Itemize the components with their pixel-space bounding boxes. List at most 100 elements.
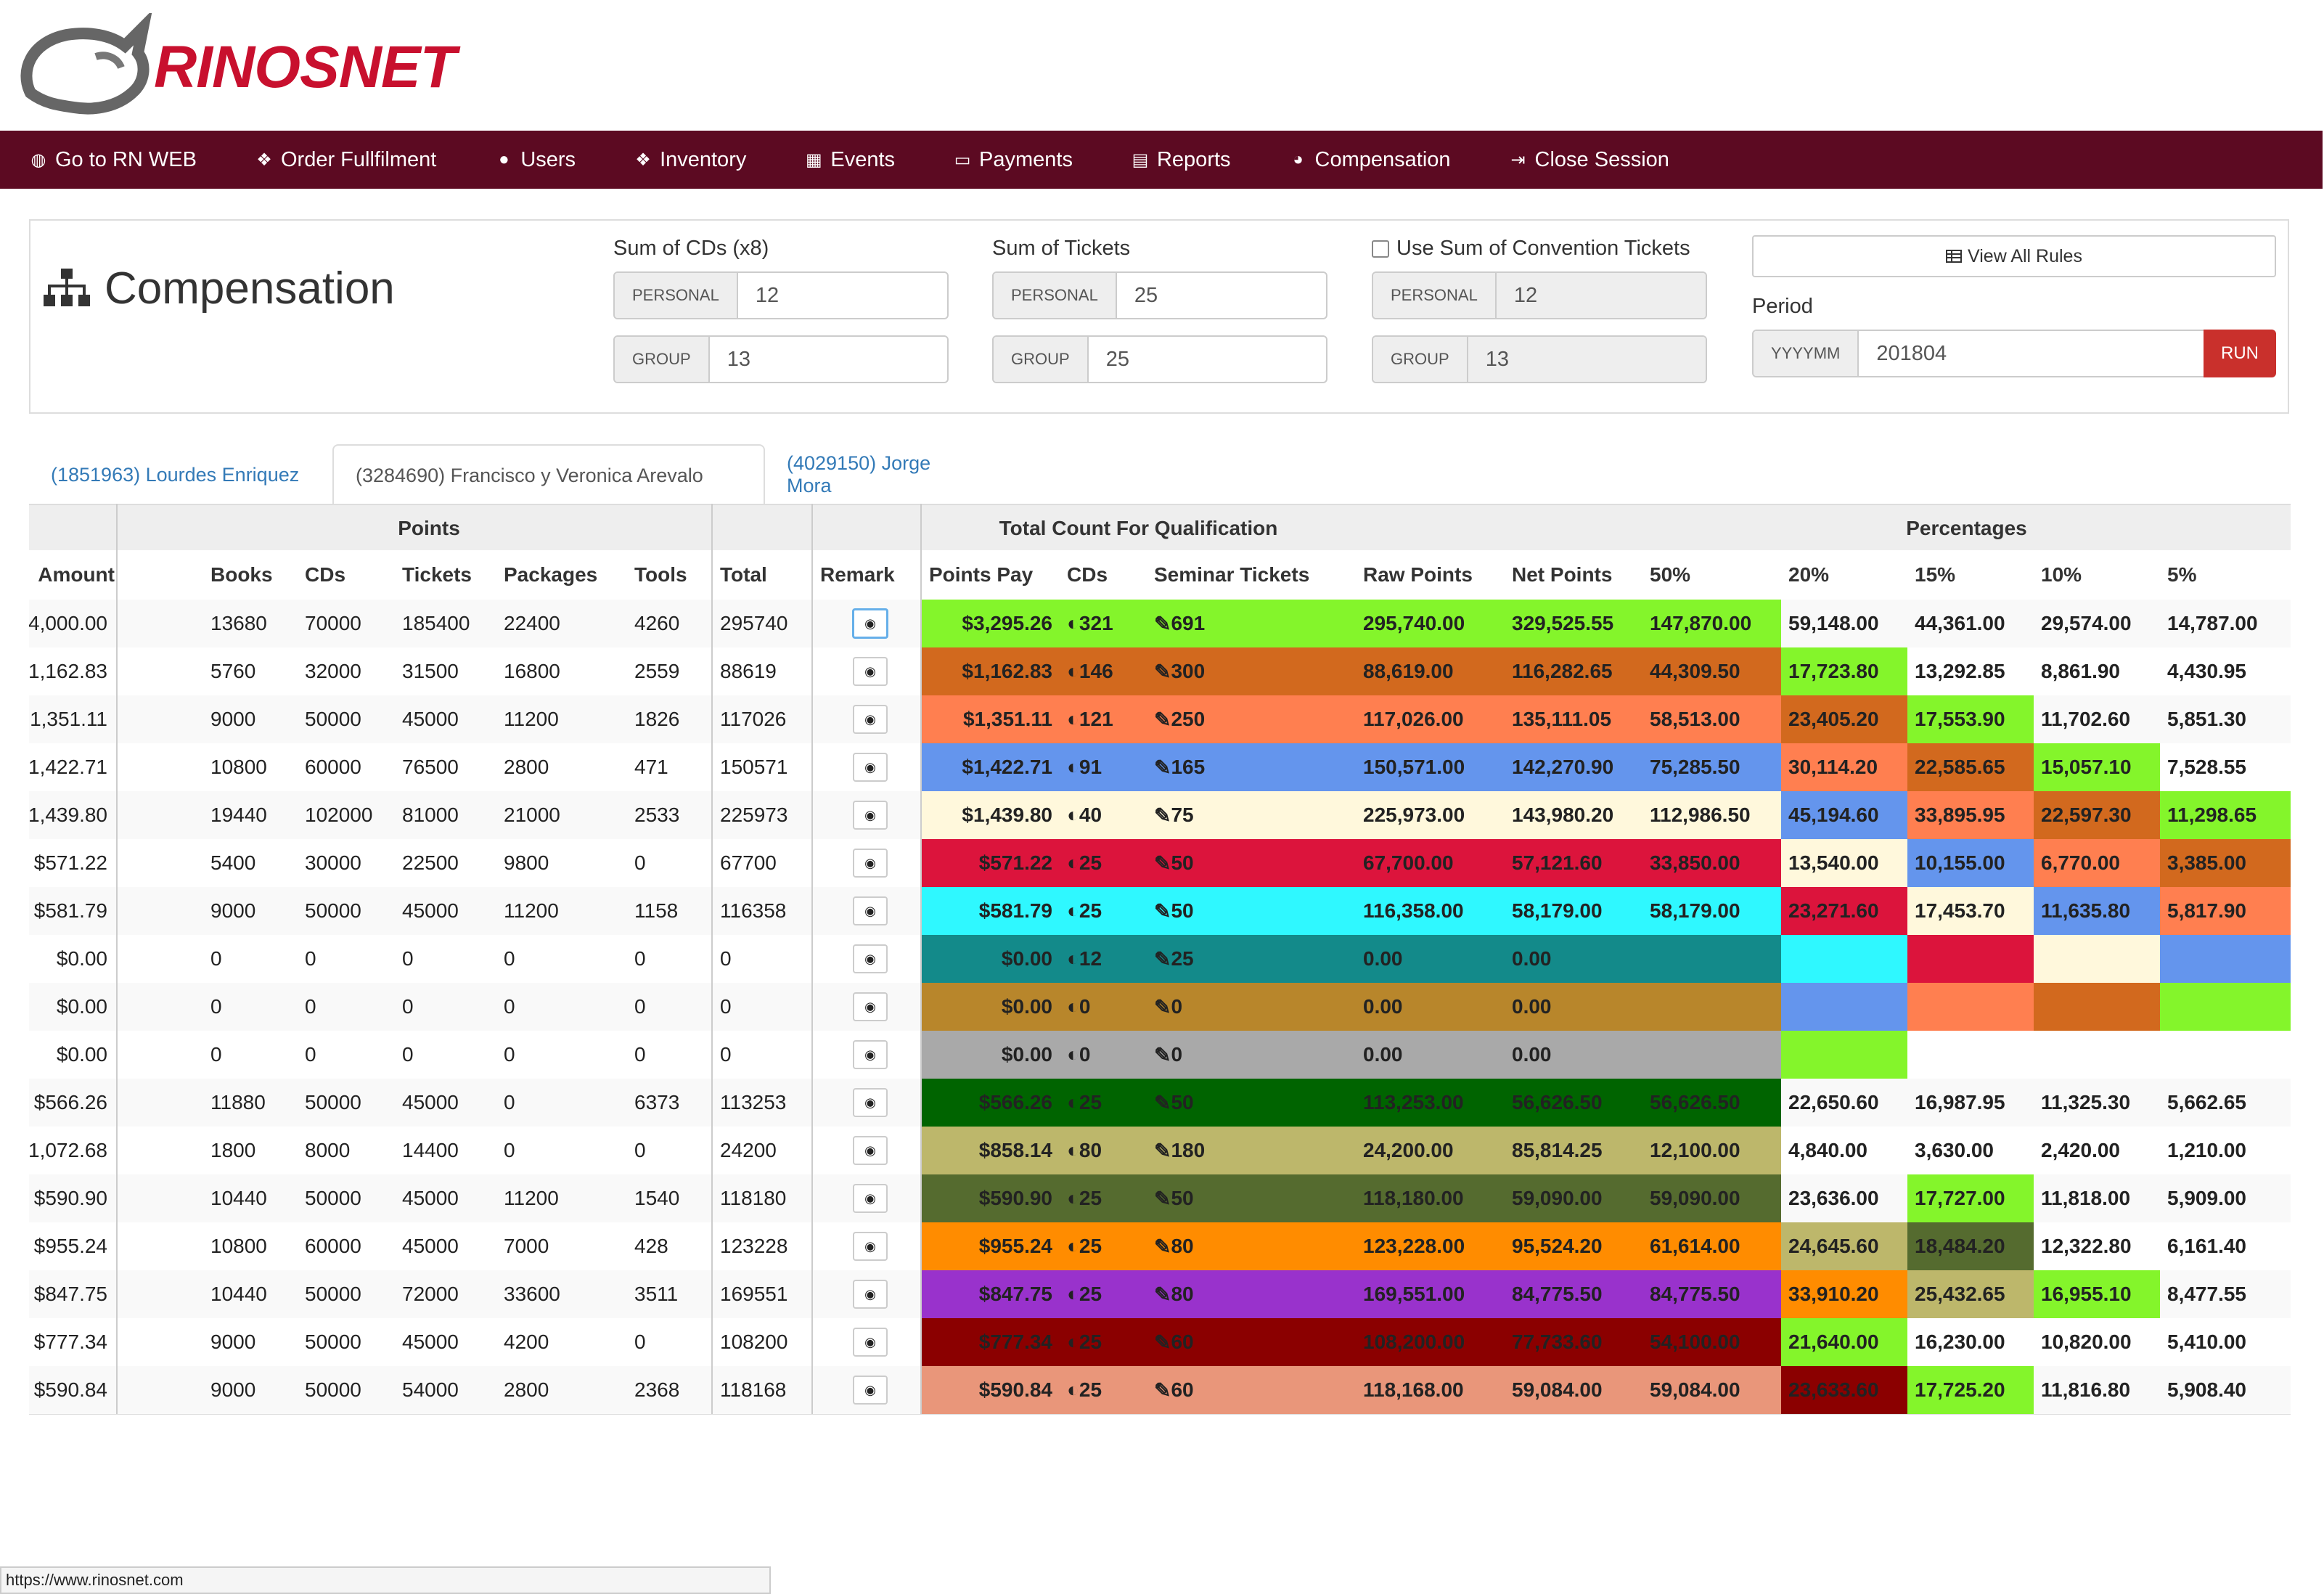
cell-raw: 67,700.00 (1363, 851, 1454, 874)
nav-item-reports[interactable]: ▤ Reports (1131, 148, 1231, 172)
cell-remark[interactable]: ◉ (813, 1222, 920, 1270)
column-header[interactable]: Amount (29, 550, 115, 600)
cell-remark[interactable]: ◉ (813, 983, 920, 1031)
eye-icon[interactable]: ◉ (853, 657, 888, 686)
cell-net: 0.00 (1512, 1043, 1552, 1066)
rinosnet-logo[interactable]: RINOSNET (16, 9, 510, 122)
cell-remark[interactable]: ◉ (813, 1127, 920, 1174)
tab-francisco-veronica-arevalo[interactable]: (3284690) Francisco y Veronica Arevalo (332, 444, 765, 505)
cell-remark[interactable]: ◉ (813, 935, 920, 983)
eye-icon[interactable]: ◉ (853, 849, 888, 878)
cell-remark[interactable]: ◉ (813, 1174, 920, 1222)
period-addon: YYYYMM (1754, 331, 1859, 376)
cell-packages: 7000 (504, 1235, 549, 1257)
cell-tickets: 72000 (402, 1283, 459, 1305)
period-field[interactable]: YYYYMM 201804 (1752, 330, 2206, 377)
tickets-personal-value[interactable]: 25 (1117, 273, 1326, 318)
cell-pp: $566.26 (978, 1091, 1052, 1113)
cell-p5 (2160, 983, 2291, 1031)
column-header[interactable]: Packages (496, 550, 627, 600)
tab-jorge-mora[interactable]: (4029150) Jorge Mora (765, 444, 997, 505)
eye-icon[interactable]: ◉ (853, 1088, 888, 1117)
cds-group-field[interactable]: GROUP 13 (613, 335, 949, 383)
eye-icon[interactable]: ◉ (853, 1136, 888, 1165)
cds-personal-field[interactable]: PERSONAL 12 (613, 271, 949, 319)
nav-item-compensation[interactable]: ◕ Compensation (1289, 147, 1451, 172)
cell-p15: 16,987.95 (1915, 1091, 2005, 1113)
nav-item-go-to-rn-web[interactable]: ◍ Go to RN WEB (29, 148, 197, 172)
column-header[interactable]: 5% (2160, 550, 2291, 600)
run-button[interactable]: RUN (2204, 330, 2276, 377)
nav-item-events[interactable]: ▦ Events (804, 148, 895, 172)
tickets-personal-field[interactable]: PERSONAL 25 (992, 271, 1327, 319)
column-header[interactable]: Raw Points (1356, 550, 1505, 600)
tickets-group-value[interactable]: 25 (1089, 337, 1326, 382)
cell-qcds: ◐ 25 (1060, 1318, 1147, 1366)
eye-icon[interactable]: ◉ (853, 1040, 888, 1069)
cell-remark[interactable]: ◉ (813, 1031, 920, 1079)
column-header[interactable]: 15% (1907, 550, 2034, 600)
eye-icon[interactable]: ◉ (852, 608, 888, 639)
column-header[interactable]: Tools (627, 550, 711, 600)
period-input[interactable]: 201804 (1859, 331, 2205, 376)
eye-icon[interactable]: ◉ (853, 1232, 888, 1261)
cell-remark[interactable]: ◉ (813, 1079, 920, 1127)
cell-tools: 1540 (634, 1187, 680, 1209)
eye-icon[interactable]: ◉ (853, 705, 888, 734)
eye-icon[interactable]: ◉ (853, 896, 888, 925)
column-header[interactable]: Net Points (1505, 550, 1642, 600)
cell-p15: 16,230.00 (1915, 1331, 2005, 1353)
eye-icon[interactable]: ◉ (853, 753, 888, 782)
nav-item-users[interactable]: ● Users (494, 148, 576, 172)
tickets-group-field[interactable]: GROUP 25 (992, 335, 1327, 383)
cell-p15: 17,453.70 (1915, 899, 2005, 922)
column-header[interactable]: Tickets (395, 550, 496, 600)
nav-item-close-session[interactable]: ⇥ Close Session (1509, 148, 1669, 172)
convention-checkbox[interactable] (1372, 240, 1389, 258)
nav-item-inventory[interactable]: ❖ Inventory (634, 148, 746, 172)
table-icon (1946, 250, 1963, 263)
cell-remark[interactable]: ◉ (813, 887, 920, 935)
cell-remark[interactable]: ◉ (813, 1318, 920, 1366)
cell-remark[interactable]: ◉ (813, 1270, 920, 1318)
column-header[interactable]: CDs (1060, 550, 1147, 600)
cell-remark[interactable]: ◉ (813, 743, 920, 791)
eye-icon[interactable]: ◉ (853, 801, 888, 830)
nav-item-label: Compensation (1314, 147, 1451, 171)
column-header[interactable]: CDs (298, 550, 395, 600)
cell-remark[interactable]: ◉ (813, 839, 920, 887)
cell-p20: 17,723.80 (1788, 660, 1879, 682)
cell-remark[interactable]: ◉ (813, 695, 920, 743)
eye-icon[interactable]: ◉ (853, 944, 888, 973)
cell-remark[interactable]: ◉ (813, 647, 920, 695)
eye-icon[interactable]: ◉ (853, 1376, 888, 1405)
convention-checkbox-row[interactable]: Use Sum of Convention Tickets (1372, 237, 1690, 261)
eye-icon[interactable]: ◉ (853, 1280, 888, 1309)
cell-remark[interactable]: ◉ (813, 600, 920, 647)
view-all-rules-button[interactable]: View All Rules (1752, 235, 2276, 277)
eye-icon[interactable]: ◉ (853, 1328, 888, 1357)
cds-group-addon: GROUP (615, 337, 710, 382)
ticket-icon: ✎ (1154, 1139, 1171, 1162)
cell-remark[interactable]: ◉ (813, 791, 920, 839)
column-header[interactable]: 20% (1781, 550, 1909, 600)
column-header[interactable]: 50% (1642, 550, 1799, 600)
column-header[interactable]: Remark (813, 550, 920, 600)
column-header[interactable]: Books (203, 550, 298, 600)
nav-item-order-fullfilment[interactable]: ❖ Order Fullfilment (255, 148, 436, 172)
eye-icon[interactable]: ◉ (853, 1184, 888, 1213)
cell-p10: 10,820.00 (2041, 1331, 2132, 1353)
cell-remark[interactable]: ◉ (813, 1366, 920, 1414)
cell-p10: 2,420.00 (2041, 1139, 2120, 1161)
cell-p15: 18,484.20 (1915, 1235, 2005, 1257)
cell-cds: 60000 (305, 756, 361, 778)
cds-personal-value[interactable]: 12 (738, 273, 947, 318)
tab-lourdes-enriquez[interactable]: (1851963) Lourdes Enriquez (29, 444, 327, 505)
column-header[interactable]: Seminar Tickets (1147, 550, 1383, 600)
cds-group-value[interactable]: 13 (710, 337, 947, 382)
nav-item-payments[interactable]: ▭ Payments (953, 148, 1073, 172)
column-header[interactable]: 10% (2034, 550, 2160, 600)
column-header[interactable]: Total (713, 550, 798, 600)
calendar-icon: ▦ (806, 150, 822, 170)
eye-icon[interactable]: ◉ (853, 992, 888, 1021)
